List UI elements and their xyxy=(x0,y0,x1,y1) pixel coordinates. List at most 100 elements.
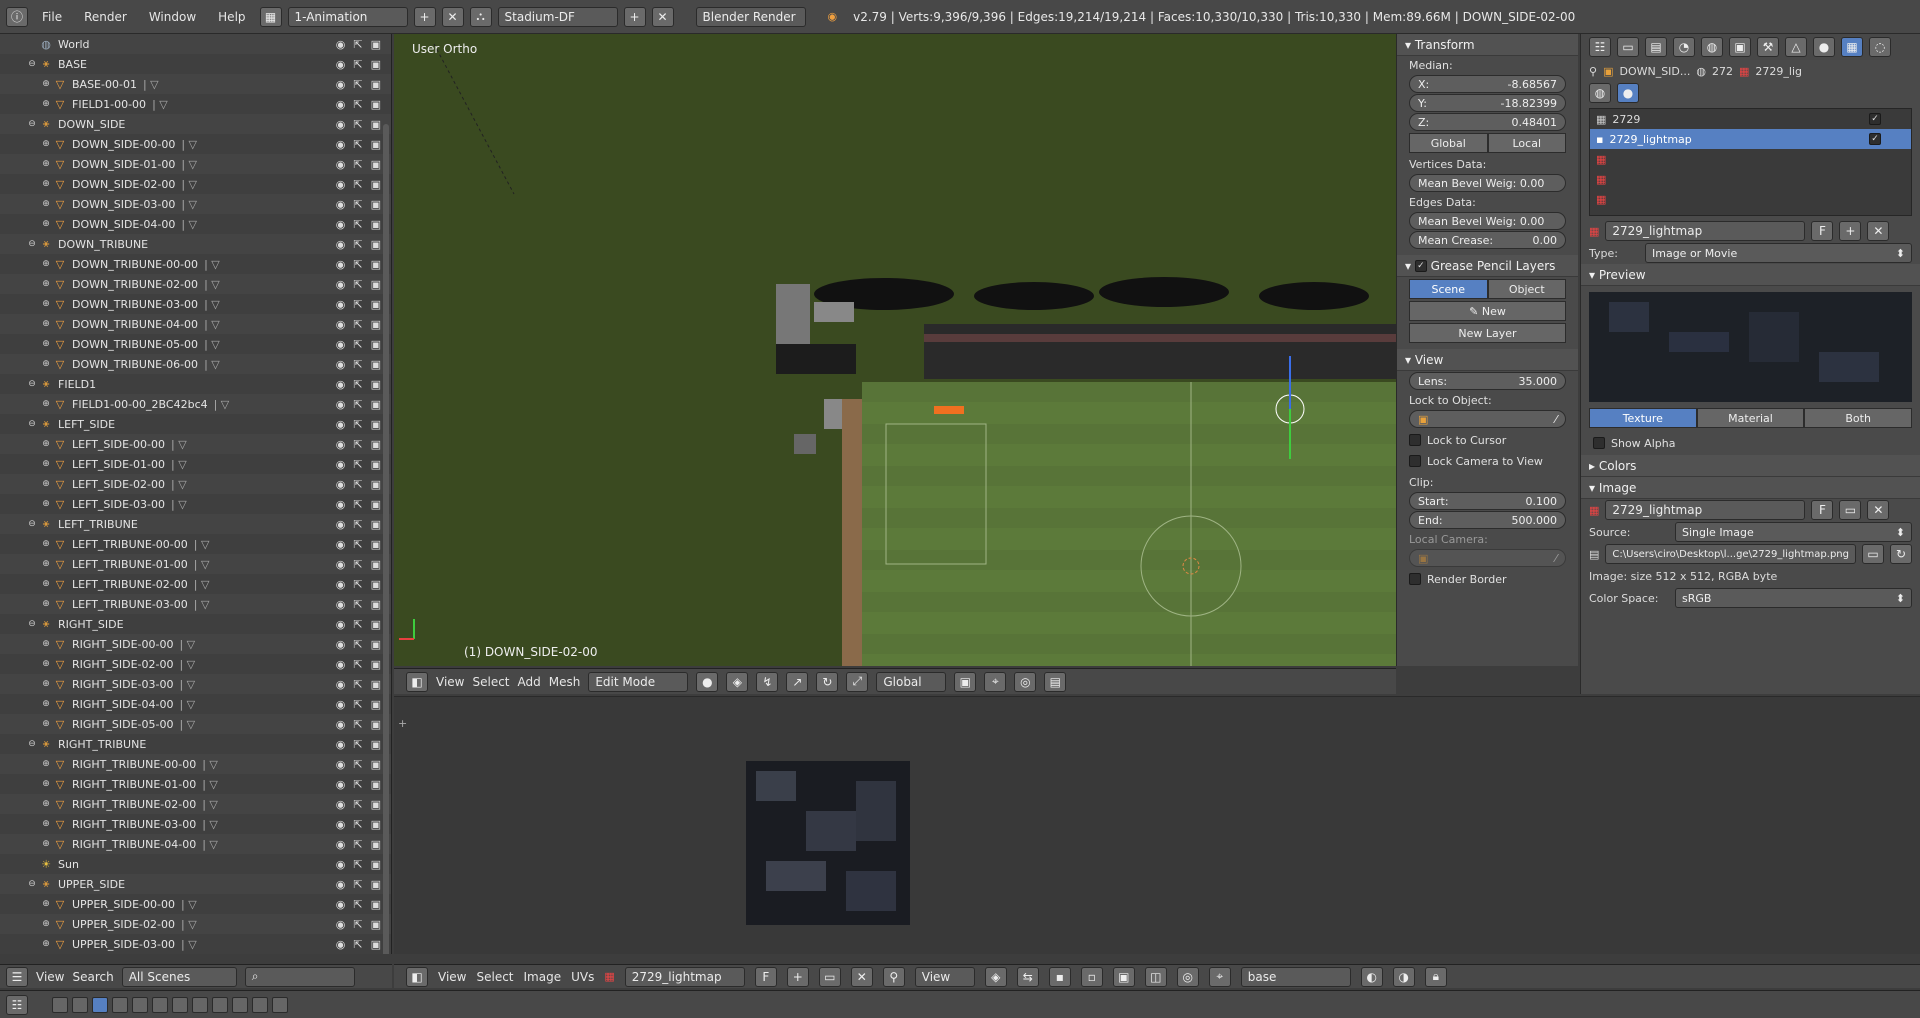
expand-toggle-icon[interactable]: ⊕ xyxy=(40,339,52,349)
outliner-row[interactable]: ⊖ ⚹ DOWN_SIDE ◉ ⇱ ▣ xyxy=(0,114,391,134)
mesh-data-icon[interactable]: | ▽ xyxy=(179,698,195,711)
selectable-cursor-icon[interactable]: ⇱ xyxy=(353,78,362,91)
mesh-data-icon[interactable]: | ▽ xyxy=(181,138,197,151)
image-name-field[interactable]: 2729_lightmap xyxy=(1605,500,1806,520)
outliner-row[interactable]: ⊕ ▽ FIELD1-00-00 | ▽ ◉ ⇱ ▣ xyxy=(0,94,391,114)
render-camera-icon[interactable]: ▣ xyxy=(371,458,381,471)
bottom-editor-type-icon[interactable]: ☷ xyxy=(6,994,28,1015)
lock-camera-checkbox[interactable]: Lock Camera to View xyxy=(1409,452,1566,470)
visibility-eye-icon[interactable]: ◉ xyxy=(336,278,346,291)
uv-view-menu[interactable]: View xyxy=(438,970,466,984)
unlink-texture-icon[interactable]: ✕ xyxy=(1867,221,1890,241)
outliner-row[interactable]: ⊕ ▽ DOWN_TRIBUNE-05-00 | ▽ ◉ ⇱ ▣ xyxy=(0,334,391,354)
mesh-data-icon[interactable]: | ▽ xyxy=(204,358,220,371)
render-camera-icon[interactable]: ▣ xyxy=(371,78,381,91)
grease-pencil-panel-header[interactable]: ▾ ✓ Grease Pencil Layers xyxy=(1397,255,1578,277)
selectable-cursor-icon[interactable]: ⇱ xyxy=(353,278,362,291)
visibility-eye-icon[interactable]: ◉ xyxy=(336,118,346,131)
expand-toggle-icon[interactable]: ⊕ xyxy=(40,819,52,829)
fake-user-button[interactable]: F xyxy=(1811,221,1834,241)
outliner-row[interactable]: ⊕ ▽ LEFT_TRIBUNE-01-00 | ▽ ◉ ⇱ ▣ xyxy=(0,554,391,574)
outliner-row[interactable]: ⊕ ▽ RIGHT_SIDE-00-00 | ▽ ◉ ⇱ ▣ xyxy=(0,634,391,654)
outliner-row[interactable]: ⊕ ▽ LEFT_SIDE-03-00 | ▽ ◉ ⇱ ▣ xyxy=(0,494,391,514)
visibility-eye-icon[interactable]: ◉ xyxy=(336,858,346,871)
uv-proportional-icon[interactable]: ◎ xyxy=(1176,966,1199,987)
outliner-row[interactable]: ⊕ ▽ RIGHT_TRIBUNE-04-00 | ▽ ◉ ⇱ ▣ xyxy=(0,834,391,854)
rotate-icon[interactable]: ↻ xyxy=(816,671,839,692)
render-camera-icon[interactable]: ▣ xyxy=(371,538,381,551)
render-camera-icon[interactable]: ▣ xyxy=(371,518,381,531)
new-layer-button[interactable]: New Layer xyxy=(1409,323,1566,343)
render-camera-icon[interactable]: ▣ xyxy=(371,858,381,871)
open-image-icon[interactable]: ▭ xyxy=(1839,500,1862,520)
expand-toggle-icon[interactable]: ⊕ xyxy=(40,179,52,189)
expand-toggle-icon[interactable]: ⊕ xyxy=(40,699,52,709)
scene-button[interactable]: Scene xyxy=(1409,279,1488,299)
visibility-eye-icon[interactable]: ◉ xyxy=(336,618,346,631)
expand-toggle-icon[interactable]: ⊕ xyxy=(40,299,52,309)
outliner-row[interactable]: ⊖ ⚹ LEFT_SIDE ◉ ⇱ ▣ xyxy=(0,414,391,434)
selectable-cursor-icon[interactable]: ⇱ xyxy=(353,318,362,331)
outliner-row[interactable]: ⊕ ▽ DOWN_TRIBUNE-00-00 | ▽ ◉ ⇱ ▣ xyxy=(0,254,391,274)
outliner-row[interactable]: ⊕ ▽ FIELD1-00-00_2BC42bc4 | ▽ ◉ ⇱ ▣ xyxy=(0,394,391,414)
render-camera-icon[interactable]: ▣ xyxy=(371,598,381,611)
median-x-field[interactable]: X: -8.68567 xyxy=(1409,75,1566,93)
menu-file[interactable]: File xyxy=(34,10,70,24)
render-camera-icon[interactable]: ▣ xyxy=(371,38,381,51)
outliner-row[interactable]: ⊖ ⚹ LEFT_TRIBUNE ◉ ⇱ ▣ xyxy=(0,514,391,534)
shading-icon[interactable]: ● xyxy=(696,671,719,692)
visibility-eye-icon[interactable]: ◉ xyxy=(336,818,346,831)
selectable-cursor-icon[interactable]: ⇱ xyxy=(353,178,362,191)
selectable-cursor-icon[interactable]: ⇱ xyxy=(353,478,362,491)
expand-toggle-icon[interactable]: ⊕ xyxy=(40,259,52,269)
render-camera-icon[interactable]: ▣ xyxy=(371,618,381,631)
image-fake-user-button[interactable]: F xyxy=(1811,500,1834,520)
render-camera-icon[interactable]: ▣ xyxy=(371,278,381,291)
selectable-cursor-icon[interactable]: ⇱ xyxy=(353,378,362,391)
outliner-row[interactable]: ⊖ ⚹ DOWN_TRIBUNE ◉ ⇱ ▣ xyxy=(0,234,391,254)
transform-orientation-select[interactable]: Global xyxy=(876,671,947,692)
global-button[interactable]: Global xyxy=(1409,133,1488,153)
render-camera-icon[interactable]: ▣ xyxy=(371,358,381,371)
visibility-eye-icon[interactable]: ◉ xyxy=(336,238,346,251)
physics-tab-icon[interactable] xyxy=(272,996,288,1013)
uv-island-select-icon[interactable]: ◫ xyxy=(1144,966,1167,987)
visibility-eye-icon[interactable]: ◉ xyxy=(336,738,346,751)
render-camera-icon[interactable]: ▣ xyxy=(371,418,381,431)
visibility-eye-icon[interactable]: ◉ xyxy=(336,838,346,851)
mean-crease-field[interactable]: Mean Crease: 0.00 xyxy=(1409,231,1566,249)
texture-slot[interactable]: ▪ 2729_lightmap ✓ xyxy=(1590,129,1911,149)
expand-toggle-icon[interactable]: ⊕ xyxy=(40,99,52,109)
expand-toggle-icon[interactable]: ⊖ xyxy=(26,419,38,429)
selectable-cursor-icon[interactable]: ⇱ xyxy=(353,738,362,751)
selectable-cursor-icon[interactable]: ⇱ xyxy=(353,458,362,471)
selectable-cursor-icon[interactable]: ⇱ xyxy=(353,798,362,811)
mesh-data-icon[interactable]: | ▽ xyxy=(179,658,195,671)
uv-sync-icon[interactable]: ⇆ xyxy=(1016,966,1039,987)
3d-viewport[interactable]: User Ortho (1) DOWN_SIDE-02-00 xyxy=(394,34,1396,666)
slot-checkbox[interactable]: ✓ xyxy=(1869,113,1881,125)
layer-icon[interactable]: ▣ xyxy=(954,671,977,692)
visibility-eye-icon[interactable]: ◉ xyxy=(336,378,346,391)
expand-toggle-icon[interactable]: ⊖ xyxy=(26,519,38,529)
uv-editor-type-icon[interactable]: ◧ xyxy=(406,966,428,987)
selectable-cursor-icon[interactable]: ⇱ xyxy=(353,638,362,651)
remove-layout-icon[interactable]: ✕ xyxy=(441,6,464,27)
expand-toggle-icon[interactable]: ⊕ xyxy=(40,779,52,789)
world-tab-icon[interactable] xyxy=(112,996,128,1013)
texture-slot[interactable]: ▦ 2729 ✓ xyxy=(1590,109,1911,129)
selectable-cursor-icon[interactable]: ⇱ xyxy=(353,438,362,451)
uv-map-select[interactable]: base xyxy=(1240,966,1351,987)
material-tab-icon[interactable] xyxy=(212,996,228,1013)
expand-toggle-icon[interactable]: ⊕ xyxy=(40,499,52,509)
uv-edge-select-icon[interactable]: ▫ xyxy=(1080,966,1103,987)
eyedropper-icon[interactable]: ⁄ xyxy=(1555,413,1557,426)
expand-toggle-icon[interactable]: ⊕ xyxy=(40,539,52,549)
expand-toggle-icon[interactable]: ⊕ xyxy=(40,939,52,949)
mesh-data-icon[interactable]: | ▽ xyxy=(181,218,197,231)
clip-end-field[interactable]: End: 500.000 xyxy=(1409,511,1566,529)
local-button[interactable]: Local xyxy=(1487,133,1566,153)
mesh-data-icon[interactable]: | ▽ xyxy=(181,178,197,191)
visibility-eye-icon[interactable]: ◉ xyxy=(336,438,346,451)
expand-toggle-icon[interactable]: ⊕ xyxy=(40,679,52,689)
